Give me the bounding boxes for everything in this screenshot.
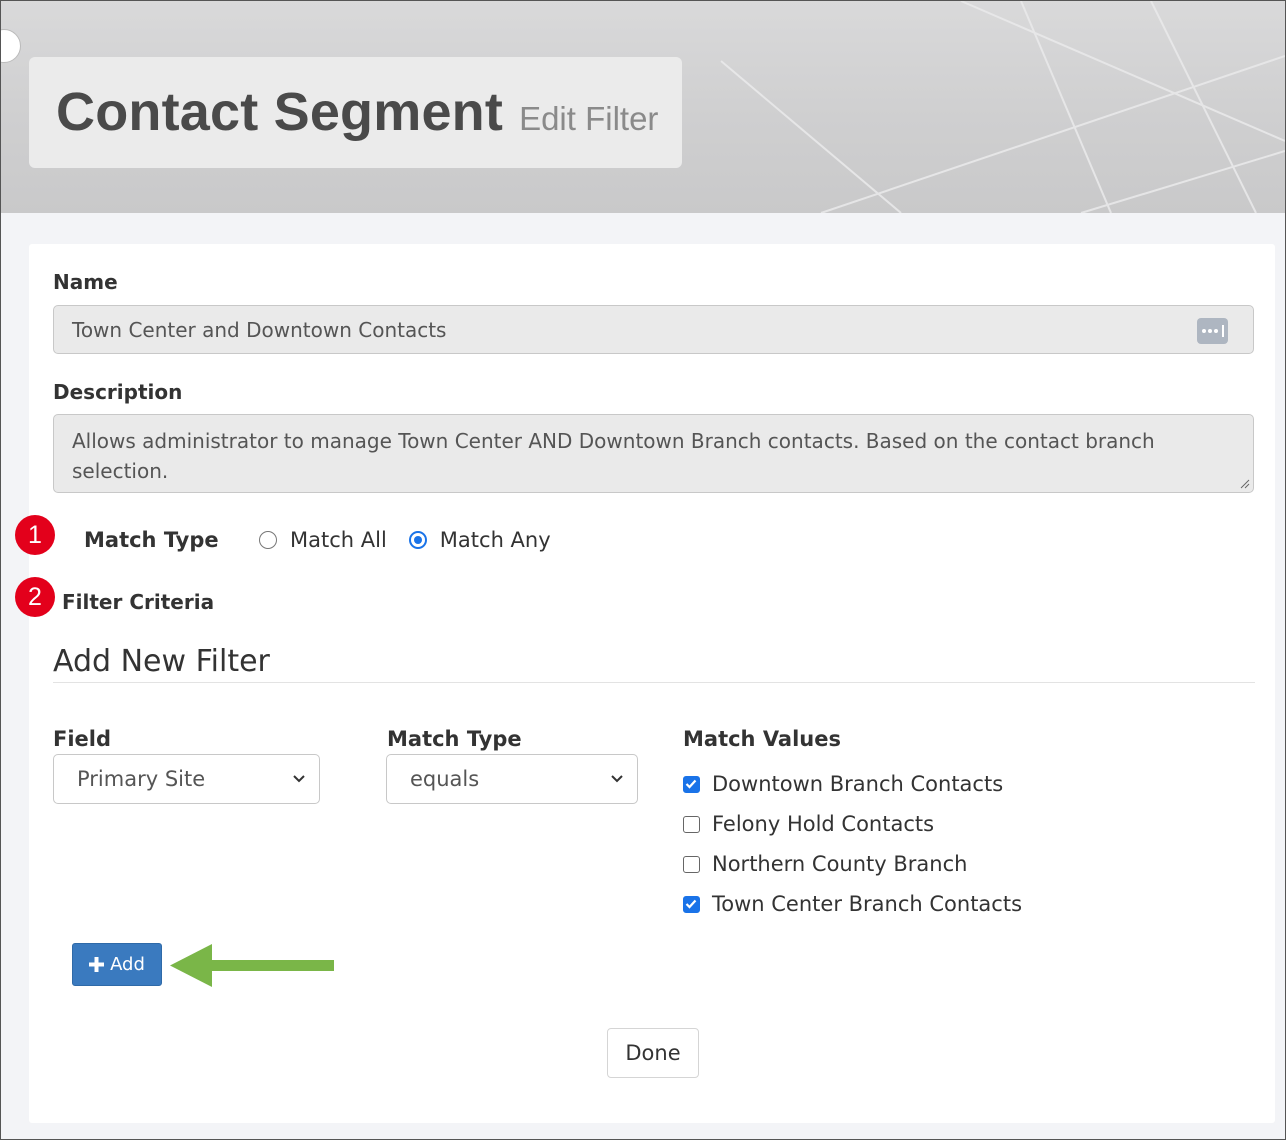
match-type-select-value: equals — [410, 767, 480, 791]
edit-filter-panel: Name Town Center and Downtown Contacts D… — [15, 244, 1275, 1123]
step-badge-2: 2 — [15, 577, 55, 617]
match-value-checkbox[interactable] — [683, 895, 700, 913]
chevron-down-icon — [293, 775, 305, 783]
name-label: Name — [53, 270, 118, 294]
match-value-item[interactable]: Downtown Branch Contacts — [683, 764, 1022, 804]
field-label: Field — [53, 727, 112, 751]
password-manager-icon[interactable] — [1197, 318, 1228, 344]
description-label: Description — [53, 380, 183, 404]
match-any-label: Match Any — [439, 528, 551, 552]
match-value-label: Downtown Branch Contacts — [712, 772, 1004, 796]
match-type-label: Match Type — [84, 528, 219, 552]
match-any-option[interactable]: Match Any — [408, 528, 551, 552]
add-filter-button[interactable]: Add — [72, 943, 162, 986]
description-field[interactable]: Allows administrator to manage Town Cent… — [53, 414, 1254, 493]
done-button-label: Done — [625, 1041, 681, 1065]
match-values-label: Match Values — [683, 727, 841, 751]
filter-criteria-label: Filter Criteria — [62, 590, 215, 614]
match-value-checkbox[interactable] — [683, 775, 700, 793]
page-subtitle: Edit Filter — [519, 100, 659, 137]
match-type-select[interactable]: equals — [386, 754, 638, 804]
match-value-label: Town Center Branch Contacts — [712, 892, 1023, 916]
page-header-banner: Contact Segment Edit Filter — [1, 1, 1285, 213]
checkmark-icon — [685, 779, 697, 789]
done-button[interactable]: Done — [607, 1028, 699, 1078]
add-new-filter-heading: Add New Filter — [53, 644, 270, 679]
match-value-item[interactable]: Northern County Branch — [683, 844, 1022, 884]
match-all-option[interactable]: Match All — [259, 528, 387, 552]
description-field-value: Allows administrator to manage Town Cent… — [72, 429, 1155, 483]
filter-match-type-label: Match Type — [387, 727, 522, 751]
section-divider — [53, 682, 1255, 683]
resize-grip-icon[interactable] — [1240, 479, 1250, 489]
title-card: Contact Segment Edit Filter — [29, 57, 682, 168]
page-title: Contact Segment — [56, 82, 504, 142]
chevron-down-icon — [611, 775, 623, 783]
match-type-radio-group: Match All Match Any — [259, 528, 573, 552]
match-all-label: Match All — [290, 528, 387, 552]
match-value-item[interactable]: Felony Hold Contacts — [683, 804, 1022, 844]
match-value-label: Northern County Branch — [712, 852, 968, 876]
match-value-checkbox[interactable] — [683, 855, 700, 873]
field-select-value: Primary Site — [77, 767, 206, 791]
match-any-radio[interactable] — [408, 531, 427, 549]
match-all-radio[interactable] — [259, 531, 277, 549]
arrow-left-icon — [170, 944, 334, 987]
match-value-label: Felony Hold Contacts — [712, 812, 935, 836]
step-badge-1: 1 — [15, 515, 55, 555]
add-button-label: Add — [110, 954, 145, 975]
match-value-checkbox[interactable] — [683, 815, 700, 833]
checkmark-icon — [685, 899, 697, 909]
name-field[interactable]: Town Center and Downtown Contacts — [53, 305, 1254, 354]
name-field-value: Town Center and Downtown Contacts — [72, 317, 447, 342]
match-values-list: Downtown Branch Contacts Felony Hold Con… — [683, 764, 1022, 924]
match-value-item[interactable]: Town Center Branch Contacts — [683, 884, 1022, 924]
field-select[interactable]: Primary Site — [53, 754, 320, 804]
plus-icon — [89, 957, 105, 972]
